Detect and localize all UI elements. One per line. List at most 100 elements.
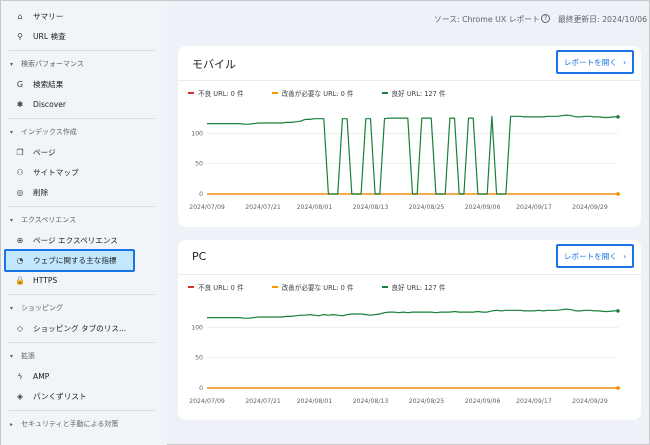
tag-icon: ◇ xyxy=(16,323,24,333)
sidebar-item-bolt[interactable]: ϟ AMP xyxy=(1,366,161,386)
legend-poor-label: 不良 URL: 0 件 xyxy=(198,90,244,98)
sitemap-icon: ⚇ xyxy=(16,167,24,177)
sidebar-item-label: HTTPS xyxy=(33,275,58,285)
good-swatch xyxy=(381,92,388,94)
needs-improvement-swatch xyxy=(271,92,278,94)
bolt-icon: ϟ xyxy=(17,371,23,381)
sidebar-section-header[interactable]: ▸ セキュリティと手動による対策 xyxy=(1,416,161,432)
sidebar-item-asterisk[interactable]: ✱ Discover xyxy=(1,94,161,114)
x-tick-label: 2024/09/29 xyxy=(572,204,608,211)
pc-chart: 0 50 100 2024/07/09 2024/07/21 2024/08/01 2024… xyxy=(189,308,620,405)
x-tick-label: 2024/09/29 xyxy=(572,398,608,405)
sidebar-item-hidden-eye[interactable]: ◎ 削除 xyxy=(1,182,161,202)
legend-poor[interactable]: 不良 URL: 0 件 xyxy=(188,282,244,292)
y-tick-label: 0 xyxy=(199,191,203,198)
help-circle-icon[interactable]: ? xyxy=(541,14,550,23)
needs-improvement-swatch xyxy=(271,286,278,288)
legend-needs-improvement[interactable]: 改善が必要な URL: 0 件 xyxy=(271,282,354,292)
sidebar-section-header[interactable]: ▾ エクスペリエンス xyxy=(1,212,161,228)
series-end-point xyxy=(616,386,620,390)
sidebar-divider xyxy=(9,410,155,411)
lock-icon: 🔒 xyxy=(15,275,25,285)
sidebar-divider xyxy=(9,206,155,207)
pc-card: PC レポートを開く › 不良 URL: 0 件 改善が必要な URL: 0 件 … xyxy=(178,240,641,420)
x-tick-label: 2024/09/06 xyxy=(465,398,501,405)
chevron-down-icon: ▾ xyxy=(10,216,14,224)
sidebar-item-search[interactable]: ⚲ URL 検査 xyxy=(1,26,161,46)
open-report-button[interactable]: レポートを開く › xyxy=(556,244,634,268)
sidebar-section-title: セキュリティと手動による対策 xyxy=(21,420,119,428)
series-line-good xyxy=(207,308,618,319)
sidebar-item-label: AMP xyxy=(33,371,50,381)
google-g-icon: G xyxy=(16,79,24,89)
x-tick-label: 2024/08/01 xyxy=(297,398,333,405)
series-end-point xyxy=(616,309,620,313)
chevron-down-icon: ▾ xyxy=(10,60,14,68)
sidebar-item-label: Discover xyxy=(33,99,67,109)
sidebar-item-pages[interactable]: ❐ ページ xyxy=(1,142,161,162)
legend-good[interactable]: 良好 URL: 127 件 xyxy=(381,282,446,292)
sidebar-section-header[interactable]: ▾ インデックス作成 xyxy=(1,124,161,140)
x-tick-label: 2024/08/13 xyxy=(353,204,389,211)
sidebar: ⌂ サマリー ⚲ URL 検査 ▾ 検索パフォーマンス G 検索結果 ✱ Discover ▾ インデ… xyxy=(1,1,167,445)
x-tick-label: 2024/08/13 xyxy=(353,398,389,405)
sidebar-item-home[interactable]: ⌂ サマリー xyxy=(1,6,161,26)
sidebar-item-layers[interactable]: ◈ パンくずリスト xyxy=(1,386,161,406)
y-tick-label: 50 xyxy=(195,161,203,168)
sidebar-item-label: サイトマップ xyxy=(33,167,79,177)
layers-icon: ◈ xyxy=(16,391,24,401)
open-report-label: レポートを開く xyxy=(563,57,617,67)
sidebar-divider xyxy=(9,294,155,295)
sidebar-section-header[interactable]: ▾ 拡張 xyxy=(1,348,161,364)
chevron-down-icon: ▾ xyxy=(10,128,14,136)
series-end-point xyxy=(616,115,620,119)
sidebar-item-google-g[interactable]: G 検索結果 xyxy=(1,74,161,94)
legend-good[interactable]: 良好 URL: 127 件 xyxy=(381,88,446,98)
card-title: PC xyxy=(192,250,207,263)
legend-needs-improvement[interactable]: 改善が必要な URL: 0 件 xyxy=(271,88,354,98)
legend-poor[interactable]: 不良 URL: 0 件 xyxy=(188,88,244,98)
y-tick-label: 0 xyxy=(199,385,203,392)
poor-swatch xyxy=(188,92,194,94)
pages-icon: ❐ xyxy=(16,147,24,157)
y-tick-label: 100 xyxy=(191,324,203,331)
plus-circle-icon: ⊕ xyxy=(16,235,24,245)
sidebar-item-tag[interactable]: ◇ ショッピング タブのリス... xyxy=(1,318,161,338)
x-tick-label: 2024/07/21 xyxy=(245,398,281,405)
legend-good-label: 良好 URL: 127 件 xyxy=(391,284,446,292)
x-tick-label: 2024/08/25 xyxy=(409,204,445,211)
x-tick-label: 2024/07/09 xyxy=(189,398,225,405)
gauge-icon: ◔ xyxy=(16,256,24,265)
sidebar-item-gauge[interactable]: ◔ ウェブに関する主な指標 xyxy=(4,249,135,272)
sidebar-item-label: ショッピング タブのリス... xyxy=(33,323,127,333)
open-report-button[interactable]: レポートを開く › xyxy=(556,50,634,74)
series-line-good xyxy=(207,114,618,195)
chevron-down-icon: ▾ xyxy=(10,304,14,312)
sidebar-item-label: パンくずリスト xyxy=(33,391,87,401)
x-tick-label: 2024/08/01 xyxy=(297,204,333,211)
sidebar-item-label: 削除 xyxy=(33,187,49,197)
open-report-label: レポートを開く xyxy=(563,251,617,261)
x-tick-label: 2024/09/17 xyxy=(516,398,552,405)
chevron-right-icon: › xyxy=(622,251,627,261)
sidebar-section-title: 検索パフォーマンス xyxy=(21,60,84,68)
sidebar-item-sitemap[interactable]: ⚇ サイトマップ xyxy=(1,162,161,182)
sidebar-item-plus-circle[interactable]: ⊕ ページ エクスペリエンス xyxy=(1,230,161,250)
y-tick-label: 100 xyxy=(191,130,203,137)
poor-swatch xyxy=(188,286,194,288)
data-source-label: ソース: Chrome UX レポート xyxy=(434,15,540,24)
sidebar-item-label: ページ xyxy=(33,147,56,157)
sidebar-divider xyxy=(9,50,155,51)
chart-legend: 不良 URL: 0 件 改善が必要な URL: 0 件 良好 URL: 127 … xyxy=(188,282,474,292)
series-end-point xyxy=(616,192,620,196)
sidebar-section-header[interactable]: ▾ 検索パフォーマンス xyxy=(1,56,161,72)
mobile-card: モバイル レポートを開く › 不良 URL: 0 件 改善が必要な URL: 0 … xyxy=(178,46,641,227)
mobile-chart: 0 50 100 2024/07/09 2024/07/21 2024/08/01 2024… xyxy=(189,114,620,211)
legend-needs-improvement-label: 改善が必要な URL: 0 件 xyxy=(281,284,354,292)
divider xyxy=(178,274,641,275)
x-tick-label: 2024/08/25 xyxy=(409,398,445,405)
sidebar-section-header[interactable]: ▾ ショッピング xyxy=(1,300,161,316)
sidebar-item-lock[interactable]: 🔒 HTTPS xyxy=(1,270,161,290)
chevron-right-icon: ▸ xyxy=(10,420,14,428)
legend-poor-label: 不良 URL: 0 件 xyxy=(198,284,244,292)
